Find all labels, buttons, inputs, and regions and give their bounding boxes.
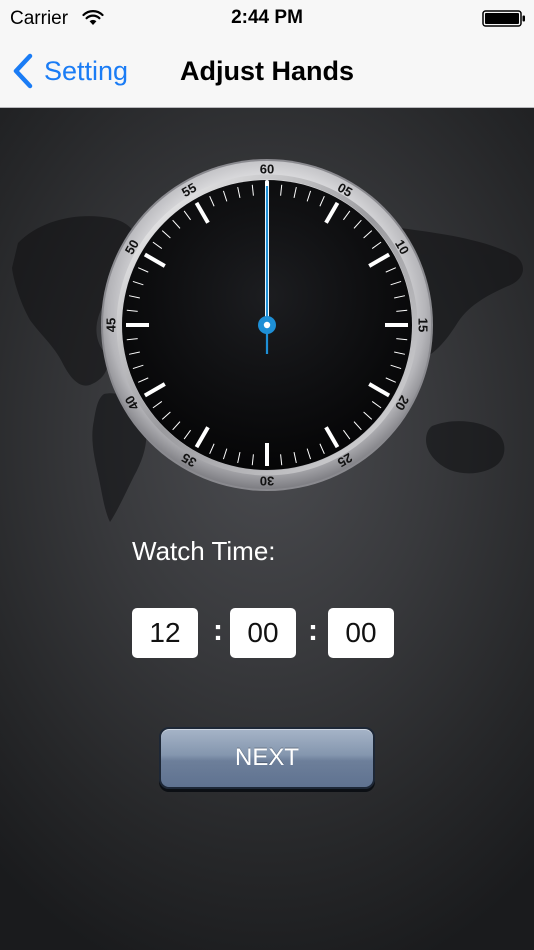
bezel-number: 30 <box>260 474 274 489</box>
adjust-hands-screen: Carrier 2:44 PM Setting Adjust Hands 60 … <box>0 0 534 950</box>
hours-field[interactable]: 12 <box>132 608 198 658</box>
watch-face: 600510152025303540455055 <box>101 159 433 491</box>
bezel-number: 15 <box>416 318 431 332</box>
content-area: 60 05 10 15 20 25 30 35 40 45 50 55 Watch Time: 12 … <box>0 108 534 950</box>
battery-icon <box>482 10 525 27</box>
navigation-bar: Setting Adjust Hands <box>0 38 534 108</box>
status-time: 2:44 PM <box>231 7 303 28</box>
time-separator: : <box>213 614 223 647</box>
next-button-label: NEXT <box>234 744 299 771</box>
seconds-field[interactable]: 00 <box>328 608 394 658</box>
minutes-field[interactable]: 00 <box>230 608 296 658</box>
back-button[interactable]: Setting <box>10 51 128 91</box>
bezel-number: 45 <box>104 318 119 332</box>
back-button-label: Setting <box>44 55 129 86</box>
time-separator: : <box>308 614 318 647</box>
status-bar: Carrier 2:44 PM <box>0 0 534 38</box>
watch-time-label: Watch Time: <box>132 536 276 566</box>
bezel-number: 60 <box>260 162 274 177</box>
page-title: Adjust Hands <box>179 56 354 86</box>
next-button[interactable]: NEXT <box>159 727 375 789</box>
back-chevron-icon <box>13 53 33 89</box>
